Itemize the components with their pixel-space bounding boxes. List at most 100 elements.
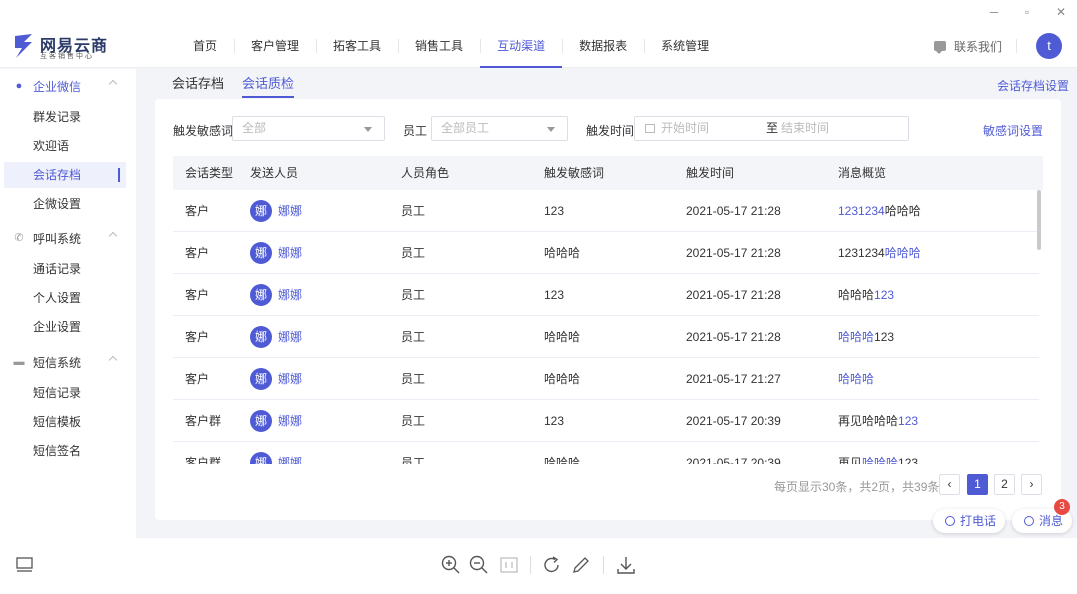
toolbar-divider (530, 556, 531, 574)
table-row[interactable]: 客户娜娜娜 员工 123 2021-05-17 21:28 哈哈哈123 (173, 274, 1039, 316)
phone-icon (945, 516, 955, 526)
sender-name-link[interactable]: 娜娜 (278, 274, 302, 316)
download-icon[interactable] (615, 554, 637, 576)
column-header: 人员角色 (401, 166, 450, 180)
prev-page-button[interactable]: ‹ (939, 474, 960, 495)
sidebar-item[interactable]: 短信模板 (4, 409, 126, 435)
sender-name-link[interactable]: 娜娜 (278, 316, 302, 358)
user-avatar[interactable]: t (1036, 33, 1062, 59)
top-header: 网易云商 互客销售中心 首页 客户管理 拓客工具 销售工具 互动渠道 数据报表 系统管理 联… (0, 24, 1077, 68)
sidebar-item[interactable]: 短信签名 (4, 438, 126, 464)
message-preview-cell[interactable]: 哈哈哈 (838, 358, 874, 400)
keyword-select[interactable]: 全部 (232, 116, 385, 141)
sidebar-item[interactable]: 会话存档 (4, 162, 126, 188)
sender-name-link[interactable]: 娜娜 (278, 400, 302, 442)
tab-item[interactable]: 会话存档 (172, 70, 224, 98)
contact-us-link[interactable]: 联系我们 (934, 38, 1002, 54)
sender-name-link[interactable]: 娜娜 (278, 358, 302, 400)
sidebar-item[interactable]: 个人设置 (4, 285, 126, 311)
role-cell: 员工 (401, 288, 426, 302)
call-button-label: 打电话 (960, 514, 997, 528)
column-header: 发送人员 (250, 166, 299, 180)
keyword-cell: 123 (544, 288, 565, 302)
time-cell: 2021-05-17 21:28 (686, 288, 781, 302)
nav-item[interactable]: 系统管理 (644, 24, 726, 68)
role-cell: 员工 (401, 456, 426, 464)
time-cell: 2021-05-17 21:28 (686, 246, 781, 260)
zoom-in-icon[interactable] (440, 554, 462, 576)
table-row[interactable]: 客户 娜娜娜 员工 哈哈哈 2021-05-17 21:27 哈哈哈 (173, 358, 1039, 400)
sidebar-item[interactable]: 通话记录 (4, 256, 126, 282)
table-row[interactable]: 客户 娜娜娜 员工 123 2021-05-17 21:28 1231234哈哈哈 (173, 190, 1039, 232)
sidebar-group[interactable]: ● 企业微信 (0, 72, 136, 100)
column-header: 触发时间 (686, 166, 735, 180)
sender-name-link[interactable]: 娜娜 (278, 190, 302, 232)
message-keyword-highlight: 123 (898, 414, 919, 428)
role-cell: 员工 (401, 330, 426, 344)
sender-cell[interactable]: 娜娜娜 (250, 232, 302, 274)
end-time-placeholder[interactable]: 结束时间 (781, 117, 829, 140)
message-preview-cell[interactable]: 哈哈哈123 (838, 316, 894, 358)
tab-item[interactable]: 会话质检 (242, 70, 295, 98)
nav-item[interactable]: 互动渠道 (480, 24, 563, 68)
call-button[interactable]: 打电话 (933, 509, 1005, 533)
actual-size-icon[interactable] (498, 554, 520, 576)
sender-cell[interactable]: 娜娜娜 (250, 274, 302, 316)
start-time-placeholder[interactable]: 开始时间 (661, 117, 709, 140)
sidebar-item[interactable]: 短信记录 (4, 380, 126, 406)
edit-icon[interactable] (570, 554, 592, 576)
toolbar-divider (603, 556, 604, 574)
archive-settings-link[interactable]: 会话存档设置 (997, 77, 1069, 94)
sender-cell[interactable]: 娜娜娜 (250, 190, 302, 232)
rotate-icon[interactable] (541, 554, 563, 576)
table-row[interactable]: 客户群娜娜娜 员工 哈哈哈 2021-05-17 20:39 再见哈哈哈123 (173, 442, 1039, 464)
table-row[interactable]: 客户娜娜娜 员工 哈哈哈 2021-05-17 21:28 1231234哈哈哈 (173, 232, 1039, 274)
nav-item[interactable]: 数据报表 (562, 24, 644, 68)
layout-icon[interactable] (14, 554, 36, 576)
sender-cell[interactable]: 娜娜娜 (250, 442, 302, 464)
message-button-label: 消息 (1039, 514, 1064, 528)
keyword-settings-link[interactable]: 敏感词设置 (983, 122, 1043, 139)
table-scrollbar[interactable] (1037, 190, 1041, 250)
sidebar: ● 企业微信群发记录欢迎语会话存档企微设置 ✆ 呼叫系统通话记录个人设置企业设置 ▬ 短信… (0, 69, 136, 538)
close-icon[interactable]: ✕ (1053, 4, 1069, 20)
nav-item[interactable]: 首页 (176, 24, 234, 68)
logo[interactable]: 网易云商 互客销售中心 (12, 30, 112, 62)
next-page-button[interactable]: › (1021, 474, 1042, 495)
sender-cell[interactable]: 娜娜娜 (250, 316, 302, 358)
sender-cell[interactable]: 娜娜娜 (250, 400, 302, 442)
contact-us-label: 联系我们 (954, 39, 1003, 54)
sidebar-item[interactable]: 群发记录 (4, 104, 126, 130)
sidebar-item[interactable]: 企业设置 (4, 314, 126, 340)
sender-name-link[interactable]: 娜娜 (278, 442, 302, 464)
sidebar-group[interactable]: ▬ 短信系统 (0, 348, 136, 376)
zoom-out-icon[interactable] (468, 554, 490, 576)
nav-item[interactable]: 拓客工具 (316, 24, 398, 68)
nav-item[interactable]: 客户管理 (234, 24, 316, 68)
page-button[interactable]: 1 (967, 474, 988, 495)
nav-item[interactable]: 销售工具 (398, 24, 480, 68)
table-row[interactable]: 客户娜娜娜 员工 哈哈哈 2021-05-17 21:28 哈哈哈123 (173, 316, 1039, 358)
sender-cell[interactable]: 娜娜娜 (250, 358, 302, 400)
date-range-picker[interactable]: 开始时间 至 结束时间 (634, 116, 909, 141)
staff-select[interactable]: 全部员工 (431, 116, 568, 141)
table-row[interactable]: 客户群娜娜娜 员工 123 2021-05-17 20:39 再见哈哈哈123 (173, 400, 1039, 442)
keyword-cell: 123 (544, 204, 565, 218)
minimize-icon[interactable]: ─ (986, 4, 1002, 20)
session-type-cell: 客户群 (185, 456, 222, 464)
sidebar-group[interactable]: ✆ 呼叫系统 (0, 224, 136, 252)
sender-avatar: 娜 (250, 242, 272, 264)
message-keyword-highlight: 哈哈哈 (862, 456, 899, 464)
message-preview-cell[interactable]: 哈哈哈123 (838, 274, 894, 316)
date-range-separator: 至 (766, 121, 779, 135)
content-tabs: 会话存档 会话质检 (172, 70, 312, 98)
sidebar-item[interactable]: 企微设置 (4, 191, 126, 217)
sender-name-link[interactable]: 娜娜 (278, 232, 302, 274)
page-button[interactable]: 2 (994, 474, 1015, 495)
message-preview-cell[interactable]: 再见哈哈哈123 (838, 442, 918, 464)
maximize-icon[interactable]: ▫ (1019, 4, 1035, 20)
sidebar-item[interactable]: 欢迎语 (4, 133, 126, 159)
message-preview-cell[interactable]: 再见哈哈哈123 (838, 400, 918, 442)
message-preview-cell[interactable]: 1231234哈哈哈 (838, 190, 921, 232)
message-preview-cell[interactable]: 1231234哈哈哈 (838, 232, 921, 274)
